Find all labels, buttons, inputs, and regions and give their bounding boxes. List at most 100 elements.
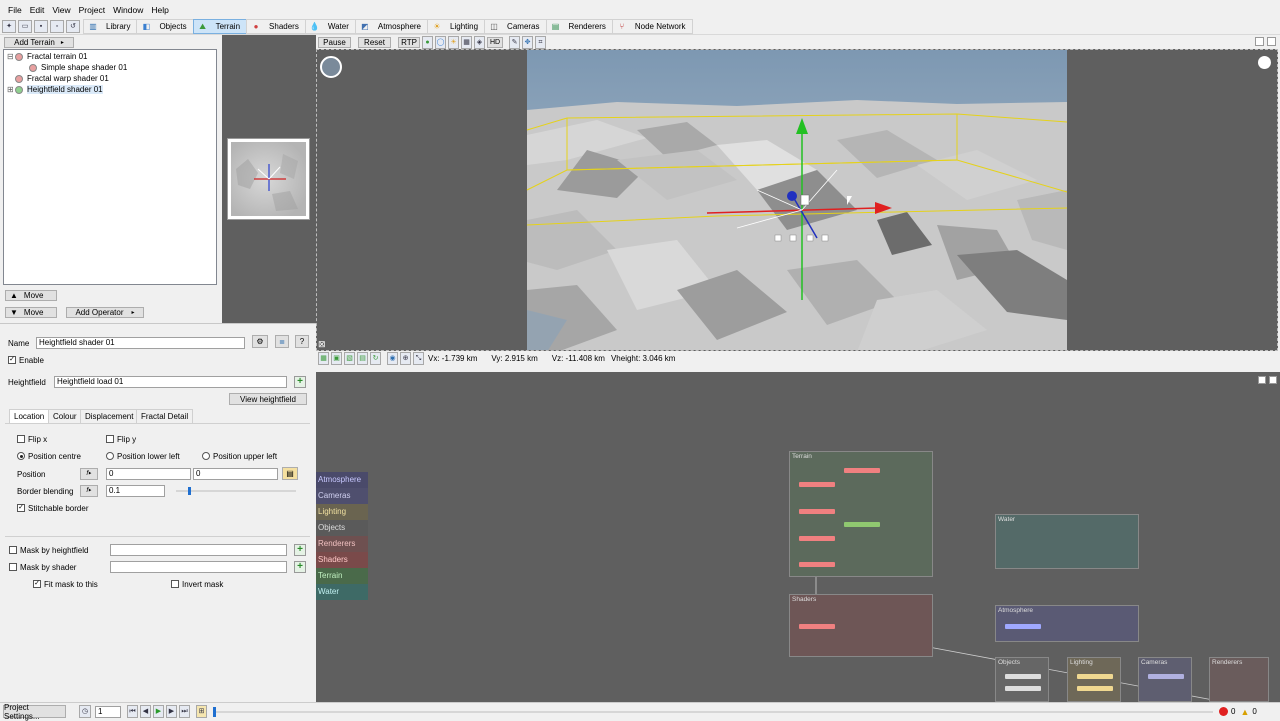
warning-icon[interactable]: ▲ <box>1240 707 1249 717</box>
heightfield-field[interactable]: Heightfield load 01 <box>54 376 287 388</box>
render-grid-icon[interactable]: ▦ <box>461 35 472 49</box>
tab-water[interactable]: 💧 Water <box>304 19 356 34</box>
position-centre-radio[interactable] <box>17 452 25 460</box>
group-water[interactable]: Water <box>995 514 1139 569</box>
cursor-icon[interactable]: ⤡ <box>413 352 424 365</box>
menu-edit[interactable]: Edit <box>26 5 49 15</box>
tab-terrain[interactable]: ⛰ Terrain <box>192 19 248 34</box>
revert-icon[interactable]: ↺ <box>66 20 80 33</box>
save-as-icon[interactable]: ▫ <box>50 20 64 33</box>
eye-icon[interactable]: ◉ <box>387 352 398 365</box>
stitchable-border-checkbox[interactable]: ✓ <box>17 504 25 512</box>
frame-field[interactable]: 1 <box>95 705 121 718</box>
tab-objects[interactable]: ◧ Objects <box>136 19 194 34</box>
timeline-playhead[interactable] <box>213 706 216 717</box>
name-field[interactable]: Heightfield shader 01 <box>36 337 245 349</box>
move-tool-icon[interactable]: ✥ <box>522 35 533 49</box>
clock-icon[interactable]: ◷ <box>79 705 91 718</box>
border-blending-slider-handle[interactable] <box>188 487 191 495</box>
expression-icon[interactable]: 𝑓▸ <box>80 485 98 497</box>
invert-mask-checkbox[interactable] <box>171 580 179 588</box>
target-icon[interactable]: ⊕ <box>400 352 411 365</box>
hd-button[interactable]: HD <box>487 36 503 48</box>
first-frame-icon[interactable]: ⏮ <box>127 705 138 718</box>
border-blending-field[interactable]: 0.1 <box>106 485 165 497</box>
node-shader[interactable] <box>844 468 880 473</box>
list-icon[interactable]: ≣ <box>275 335 289 348</box>
group-atmosphere[interactable]: Atmosphere <box>995 605 1139 642</box>
tab-shaders[interactable]: ● Shaders <box>246 19 306 34</box>
node-fractal-warp[interactable] <box>799 509 835 514</box>
view-icon[interactable]: ▤ <box>357 352 368 365</box>
group-renderers[interactable]: Renderers <box>1209 657 1269 702</box>
node-heightfield-load[interactable] <box>844 522 880 527</box>
group-lighting[interactable]: Lighting <box>1067 657 1121 702</box>
prev-frame-icon[interactable]: ◀ <box>140 705 151 718</box>
flip-y-checkbox[interactable] <box>106 435 114 443</box>
node-network-panel[interactable]: Atmosphere Cameras Lighting Objects Rend… <box>316 372 1280 702</box>
gear-icon[interactable]: ⚙ <box>252 335 268 348</box>
maximize-icon[interactable] <box>1255 37 1264 46</box>
camera-orbit-icon[interactable] <box>320 56 342 78</box>
node-enviro-light[interactable] <box>1077 686 1113 691</box>
enable-checkbox[interactable]: ✓ <box>8 356 16 364</box>
group-objects[interactable]: Objects <box>995 657 1049 702</box>
3d-viewport[interactable]: ⊠ <box>316 49 1278 351</box>
group-cameras[interactable]: Cameras <box>1138 657 1192 702</box>
node-sunlight[interactable] <box>1077 674 1113 679</box>
tab-lighting[interactable]: ☀ Lighting <box>427 19 486 34</box>
play-icon[interactable]: ▶ <box>153 705 164 718</box>
position-lower-left-radio[interactable] <box>106 452 114 460</box>
tree-item[interactable]: ⊟ Fractal terrain 01 <box>7 51 87 62</box>
keyframe-icon[interactable]: ⊞ <box>196 705 207 718</box>
last-frame-icon[interactable]: ⏭ <box>179 705 190 718</box>
flip-x-checkbox[interactable] <box>17 435 25 443</box>
menu-file[interactable]: File <box>4 5 26 15</box>
view-icon[interactable]: ▦ <box>318 352 329 365</box>
node-heightfield-shader[interactable] <box>799 536 835 541</box>
tab-displacement[interactable]: Displacement <box>80 409 139 423</box>
move-up-button[interactable]: ▲ Move <box>5 290 57 301</box>
open-icon[interactable]: ▭ <box>18 20 32 33</box>
rtp-button[interactable]: RTP <box>398 36 420 48</box>
tab-location[interactable]: Location <box>9 409 50 423</box>
add-mask-heightfield-icon[interactable]: + <box>294 544 306 556</box>
refresh-icon[interactable]: ↻ <box>370 352 381 365</box>
tab-atmosphere[interactable]: ◩ Atmosphere <box>354 19 429 34</box>
mask-shader-field[interactable] <box>110 561 287 573</box>
tree-item[interactable]: Simple shape shader 01 <box>29 62 127 73</box>
fit-mask-checkbox[interactable]: ✓ <box>33 580 41 588</box>
timeline-track[interactable] <box>213 706 1213 717</box>
menu-help[interactable]: Help <box>147 5 172 15</box>
tab-colour[interactable]: Colour <box>48 409 82 423</box>
node-render-camera[interactable] <box>1148 674 1184 679</box>
render-green-icon[interactable]: ● <box>422 35 433 49</box>
node-compute-terrain[interactable] <box>799 562 835 567</box>
move-down-button[interactable]: ▼ Move <box>5 307 57 318</box>
position-upper-left-radio[interactable] <box>202 452 210 460</box>
help-icon[interactable]: ? <box>295 335 309 348</box>
next-frame-icon[interactable]: ▶ <box>166 705 177 718</box>
error-icon[interactable] <box>1219 707 1228 716</box>
view-icon[interactable]: ▣ <box>331 352 342 365</box>
node-planet[interactable] <box>1005 674 1041 679</box>
mask-heightfield-field[interactable] <box>110 544 287 556</box>
sun-icon[interactable] <box>1258 56 1271 69</box>
group-terrain[interactable]: Terrain <box>789 451 933 577</box>
tab-fractal-detail[interactable]: Fractal Detail <box>136 409 194 423</box>
tree-item-selected[interactable]: ⊞ Heightfield shader 01 <box>7 84 103 95</box>
folder-icon[interactable]: ▤ <box>282 467 298 480</box>
menu-project[interactable]: Project <box>75 5 109 15</box>
node-base-colours[interactable] <box>799 624 835 629</box>
node-object[interactable] <box>1005 686 1041 691</box>
reset-button[interactable]: Reset <box>358 36 391 48</box>
view-icon[interactable]: ▧ <box>344 352 355 365</box>
menu-view[interactable]: View <box>48 5 74 15</box>
tab-cameras[interactable]: ◫ Cameras <box>484 19 547 34</box>
heightfield-thumbnail[interactable] <box>227 138 310 220</box>
tab-node-network[interactable]: ⑂ Node Network <box>611 19 693 34</box>
terrain-tree[interactable]: ⊟ Fractal terrain 01 Simple shape shader… <box>3 49 217 285</box>
pause-button[interactable]: Pause <box>318 36 351 48</box>
new-icon[interactable]: ✦ <box>2 20 16 33</box>
save-icon[interactable]: ▪ <box>34 20 48 33</box>
